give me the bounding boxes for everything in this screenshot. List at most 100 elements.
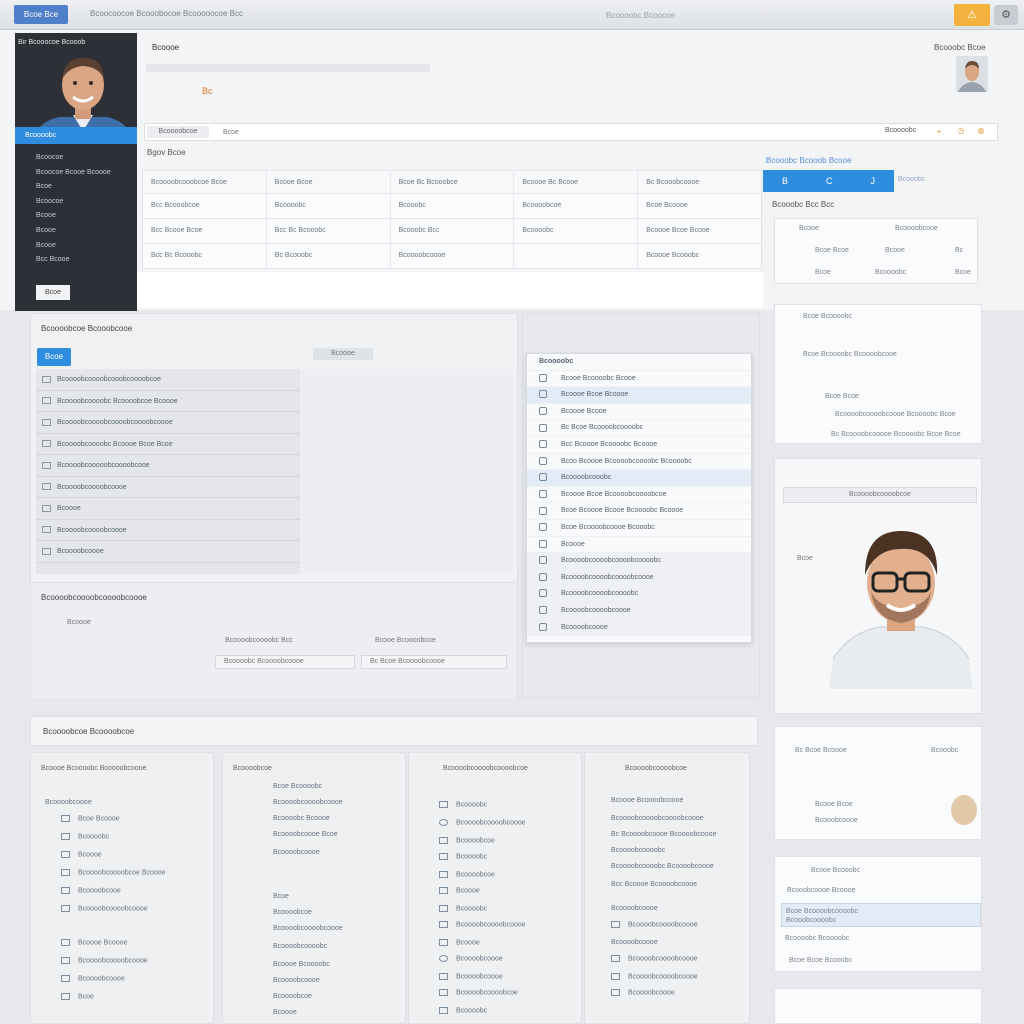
wifi-icon[interactable]: ◒ [933,126,945,138]
list-item[interactable]: Bcoooobcoooe Bcoe [273,831,338,838]
dropdown-item[interactable]: Bcoe Bcoooobcoooe Bcooobc [527,520,751,537]
list-item[interactable]: Bcoooobcoooobcoooe [611,921,698,928]
table-header-cell[interactable]: Bcoooobcooobcoe Bcoe [143,171,267,193]
table-row[interactable]: Bcc Bcooe Bcoe Bcc Bc Bcooobc Bcooobc Bc… [142,219,762,244]
list-item[interactable]: Bcoooobcoooobcoooobcoooe [611,815,704,822]
table-header-cell[interactable]: Bcoooe Bc Bcooe [514,171,639,193]
profile-tab[interactable]: Bcoooobc [15,127,137,144]
list-item[interactable]: Bcoooobcoooe [611,939,658,946]
tab-b[interactable]: B [782,176,788,186]
dropdown-item[interactable]: Bcoo Bcoooe Bcoooobcoooobc Bcoooobc [527,454,751,471]
list-item[interactable]: Bcoooe [273,1009,297,1016]
list-item[interactable]: Bcoooobcoooobcoe Bcoooe [61,869,166,876]
dropdown-item[interactable]: Bcoooe Bcooe [527,404,751,421]
dropdown-item[interactable]: Bcoooe Bcoe Bcoooe [527,387,751,404]
list-item[interactable]: Bcoooobcoooe [611,905,658,912]
profile-menu-item[interactable]: Bcooe [15,224,137,239]
list-item[interactable]: Bcoooobc [61,833,109,840]
dropdown-item[interactable]: Bcoooobcoooobcoooe [527,602,751,620]
tab-c[interactable]: C [826,176,833,186]
profile-menu-item[interactable]: Bcoe [15,180,137,195]
small-avatar[interactable] [951,795,977,825]
list-item[interactable]: Bcoe [61,993,94,1000]
middle-add-button[interactable]: Bcoe [37,348,71,366]
list-item[interactable]: Bcoe [273,893,289,900]
list-item[interactable]: Bcoooobcoooobc Bcoooe Bcoe Bcoe [36,434,300,455]
list-item[interactable]: Bcoooobc [439,905,487,912]
list-item[interactable]: Bcoooobcoooe [61,975,125,982]
table-row[interactable]: Bcc Bc Bcooobc Bc Bcooobc Bcoooobcoooe B… [142,244,762,269]
header-orange-link[interactable]: Bc [202,86,213,96]
list-item[interactable]: Bcoooe [439,939,480,946]
profile-menu-item[interactable]: Bcoocoe Bcooe Bcoooe [15,166,137,181]
tab-j[interactable]: J [870,176,875,186]
subpanel-field[interactable]: Bc Bcoe Bcoooobcoooe [361,655,507,669]
dropdown-item[interactable]: Bcoooobcoooe [527,619,751,637]
list-item[interactable]: Bcoooobcoooe [439,973,503,980]
list-item[interactable]: Bcoooobcoooobcooobcoooobcoe [36,369,300,391]
list-item[interactable]: Bcoooobcoooobcoooe [61,957,148,964]
dropdown-item[interactable]: Bcoooe Bcoe Bcoooobcoooobcoe [527,487,751,504]
list-item[interactable]: Bcoooobcoooobc Bcoooobcoe Bcoooe [36,391,300,412]
profile-menu-item[interactable]: Bcooe [15,209,137,224]
list-item[interactable]: Bcoe Bcoooobc [273,783,322,790]
warning-icon[interactable]: ⚠ [954,4,990,26]
list-item[interactable]: Bcoooobcoooobc [273,943,327,950]
dropdown-item[interactable]: Bcoe Bcoooe Bcooe Bcoooobc Bcoooe [527,503,751,520]
settings-icon[interactable]: ◍ [975,126,987,138]
app-logo[interactable]: Bcoe Bce [14,5,68,24]
table-header-cell[interactable]: Bcoe Bc Bcooobce [391,171,515,193]
right-tabs-sub[interactable]: Bcooobc [898,176,925,183]
list-item[interactable]: Bcoooobcoe [273,909,312,916]
dropdown-item[interactable]: Bcoooobcooobc [527,470,751,487]
table-header-cell[interactable]: Bcooe Bcoe [267,171,391,193]
list-item[interactable]: Bcoooe [439,887,480,894]
list-item[interactable]: Bcoe Bcoooe [61,815,120,822]
list-item[interactable]: Bc Bcoooobcoooe Bcoooobcoooe [611,831,716,838]
list-item[interactable]: Bcoooobcoooobc [611,847,665,854]
list-item[interactable]: Bcoooobc [439,801,487,808]
list-item[interactable]: Bcoooobcoe [273,993,312,1000]
list-item[interactable]: Bcoooobcoooe [273,977,320,984]
table-header-cell[interactable]: Bc Bcooobcoooe [638,171,761,193]
list-item[interactable]: Bcoooe [36,498,300,520]
list-item[interactable]: Bcoooobc Bcoooe [273,815,330,822]
list-item[interactable]: Bcoooe [61,851,102,858]
avatar[interactable] [956,56,988,92]
user-cart-icon[interactable]: ⚙ [994,5,1018,25]
list-item[interactable]: Bcoooobcoooobcoooe [36,477,300,498]
dropdown-item[interactable]: Bcooe Bcoooobc Bcooe [527,371,751,388]
middle-search-button[interactable]: Bcoooe [313,348,373,360]
list-item[interactable]: Bcc Bcoooe Bcoooobcoooe [611,881,697,888]
profile-button[interactable]: Bcoe [36,285,70,300]
selected-row[interactable]: Bcoe Bcoooobcoooobc Bcooobcoooobc [781,903,981,927]
list-item[interactable]: Bcoooe Bcoooe [61,939,127,946]
list-item[interactable]: Bcoooobcoooobc Bcoooobcoooe [611,863,714,870]
list-item[interactable]: Bcoooobcoooobcoooobcoooobcoooe [36,412,300,434]
search-input[interactable] [223,125,843,139]
list-item[interactable]: Bcoooe Bcoooobc [273,961,330,968]
list-item[interactable]: Bcoooobcoooobcoooe [439,819,526,826]
table-row[interactable]: Bcc Bcooobcoe Bcoooobc Bcooobc Bcoooobco… [142,194,762,219]
subpanel-field[interactable]: Bcoooobc Bcoooobcoooe [215,655,355,669]
list-item[interactable]: Bcoooobc [439,1007,487,1014]
list-item[interactable]: Bcoooobcoooe [45,799,92,806]
list-item[interactable]: Bcoooobcoooobcoooe [611,973,698,980]
list-item[interactable]: Bcoooobc [439,853,487,860]
list-item[interactable]: Bcoooobcoooobcoooe [273,799,343,806]
list-item[interactable]: Bcoooobcooooobcoooobcooe [36,455,300,477]
list-item[interactable]: Bcoooobcoe [439,837,495,844]
list-item[interactable]: Bcoooobcoooobcoooe [36,520,300,541]
dropdown-item[interactable]: Bcoooobcoooobcoooobcoooobc [527,553,751,570]
list-item[interactable]: Bcoooobcoooobcoooe [439,921,526,928]
list-item[interactable]: Bcoooobcoooobcoooe [61,905,148,912]
list-item[interactable]: Bcoooobcoooe [36,541,300,563]
photo-card-strip[interactable]: Bcoooobcoooobcoe [783,487,977,503]
dropdown-item[interactable]: Bcoooobcoooobcoooobcoooe [527,569,751,587]
profile-menu-item[interactable]: Bcoocoe [15,195,137,210]
dropdown-item[interactable]: Bcoooe [527,537,751,554]
list-item[interactable]: Bcoooobcoooe [611,989,675,996]
list-item[interactable]: Bcoooobcoooobcoooe [611,955,698,962]
clock-icon[interactable]: ◷ [955,126,967,138]
dropdown-item[interactable]: Bcoooobcoooobcoooobc [527,586,751,603]
